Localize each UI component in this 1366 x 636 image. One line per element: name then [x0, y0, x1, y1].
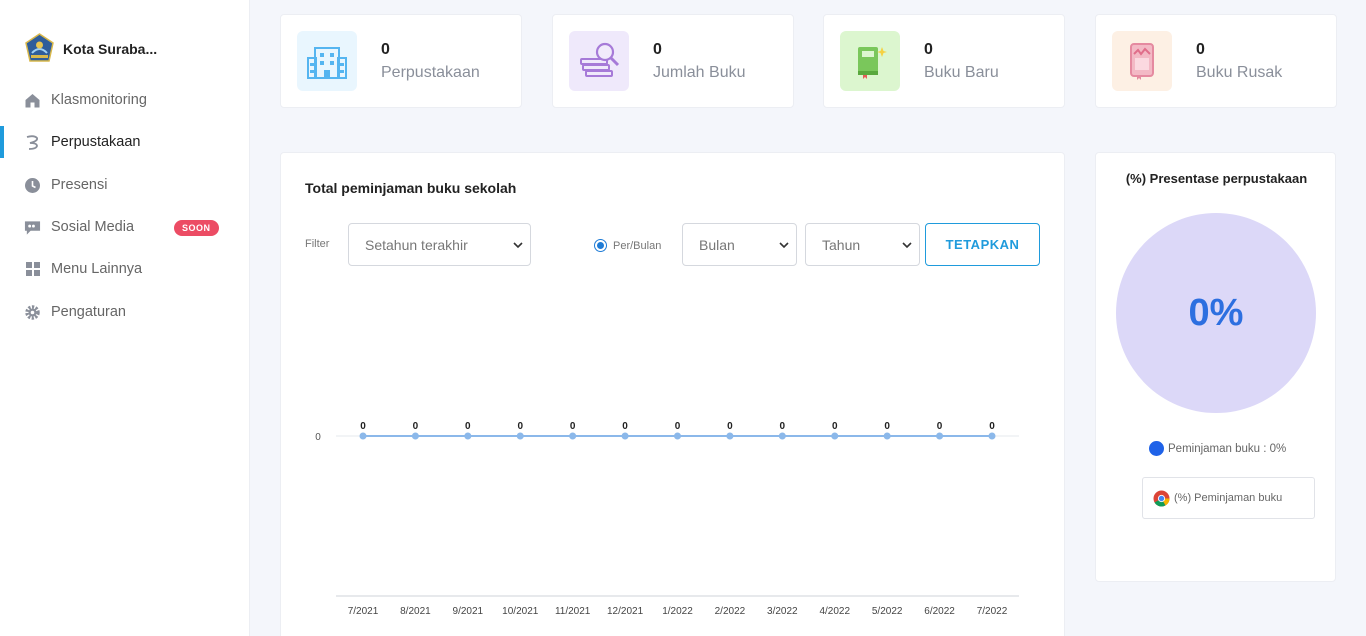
percentage-card: (%) Presentase perpustakaan 0% Peminjama…	[1095, 152, 1336, 582]
data-label: 0	[884, 421, 890, 432]
data-point	[674, 432, 681, 440]
data-point	[569, 432, 577, 440]
x-tick-label: 10/2021	[502, 606, 539, 617]
data-point	[778, 432, 786, 440]
x-tick-label: 11/2021	[555, 606, 591, 617]
data-label: 0	[989, 421, 995, 432]
stat-value: 0	[1196, 41, 1205, 58]
x-tick-label: 7/2022	[977, 606, 1008, 617]
data-point	[883, 432, 891, 440]
data-label: 0	[570, 421, 576, 432]
book-search-icon	[580, 42, 620, 77]
grid-icon	[24, 261, 41, 278]
sidebar-item-label: Perpustakaan	[51, 134, 141, 150]
stat-label: Buku Rusak	[1196, 64, 1283, 81]
stat-label: Perpustakaan	[381, 64, 480, 81]
stat-card-perpustakaan[interactable]: 0 Perpustakaan	[280, 14, 522, 108]
data-point	[936, 432, 944, 440]
data-point	[726, 432, 734, 440]
x-tick-label: 8/2021	[400, 606, 431, 617]
city-logo-icon	[25, 33, 54, 62]
data-label: 0	[360, 421, 366, 432]
x-tick-label: 2/2022	[715, 606, 746, 617]
home-icon	[24, 92, 41, 109]
data-point	[831, 432, 839, 440]
legend-dot	[1149, 441, 1164, 456]
new-book-icon	[858, 47, 887, 79]
sidebar-item-sosial-media[interactable]: Sosial Media SOON	[0, 209, 250, 245]
x-tick-label: 7/2021	[348, 606, 379, 617]
clock-icon	[24, 177, 41, 194]
pie-chart: 0%	[1116, 213, 1316, 413]
peminjaman-buku-button[interactable]: (%) Peminjaman buku	[1142, 477, 1315, 519]
damaged-book-icon	[1130, 43, 1154, 80]
line-chart: 0 0 7/2021 0 8/2021 0 9/2021 0 10/2021 0 11/2021 0 1…	[315, 421, 1019, 617]
sidebar: Kota Suraba... Klasmonitoring Perpustaka…	[0, 0, 250, 636]
sidebar-item-menu-lainnya[interactable]: Menu Lainnya	[0, 251, 250, 287]
stat-value: 0	[381, 41, 390, 58]
pie-center-value: 0%	[1188, 291, 1244, 334]
data-label: 0	[780, 421, 786, 432]
sidebar-item-klasmonitoring[interactable]: Klasmonitoring	[0, 82, 250, 118]
stat-card-buku-baru[interactable]: 0 Buku Baru	[823, 14, 1065, 108]
data-label: 0	[832, 421, 838, 432]
library-icon	[24, 134, 41, 151]
data-label: 0	[937, 421, 943, 432]
stat-label: Buku Baru	[924, 64, 999, 81]
stat-card-jumlah-buku[interactable]: 0 Jumlah Buku	[552, 14, 794, 108]
data-point	[359, 432, 367, 440]
data-label: 0	[675, 421, 681, 432]
sidebar-item-label: Sosial Media	[51, 219, 135, 235]
sidebar-item-perpustakaan[interactable]: Perpustakaan	[0, 126, 250, 158]
legend-label: Peminjaman buku : 0%	[1168, 442, 1287, 455]
data-point	[411, 432, 419, 440]
stat-value: 0	[653, 41, 662, 58]
stat-icon-box	[840, 31, 900, 91]
stat-card-buku-rusak[interactable]: 0 Buku Rusak	[1095, 14, 1337, 108]
data-label: 0	[517, 421, 523, 432]
chat-bubble-icon	[24, 219, 41, 236]
stat-icon-box	[569, 31, 629, 91]
pie-legend: Peminjaman buku : 0%	[1149, 441, 1286, 456]
chrome-icon	[1153, 490, 1170, 506]
stat-value: 0	[924, 41, 933, 58]
data-label: 0	[727, 421, 733, 432]
sidebar-item-pengaturan[interactable]: Pengaturan	[0, 294, 250, 330]
x-tick-label: 1/2022	[662, 606, 693, 617]
stat-icon-box	[1112, 31, 1172, 91]
data-label: 0	[413, 421, 419, 432]
data-label: 0	[465, 421, 471, 432]
sidebar-item-label: Presensi	[51, 177, 108, 193]
pie-button-label: (%) Peminjaman buku	[1174, 492, 1283, 504]
x-tick-label: 9/2021	[453, 606, 484, 617]
sidebar-item-label: Menu Lainnya	[51, 261, 143, 277]
borrowing-chart-card: Total peminjaman buku sekolah Filter Set…	[280, 152, 1065, 636]
soon-badge: SOON	[174, 220, 219, 236]
x-tick-label: 12/2021	[607, 606, 644, 617]
sidebar-item-label: Klasmonitoring	[51, 92, 147, 108]
data-point	[464, 432, 472, 440]
building-icon	[307, 47, 347, 79]
x-tick-label: 4/2022	[819, 606, 850, 617]
y-tick-label: 0	[315, 432, 321, 443]
data-point	[988, 432, 996, 440]
x-tick-label: 6/2022	[924, 606, 955, 617]
x-tick-label: 5/2022	[872, 606, 903, 617]
brand-name: Kota Suraba...	[63, 40, 158, 57]
data-point	[516, 432, 524, 440]
data-point	[621, 432, 629, 440]
brand[interactable]: Kota Suraba...	[24, 33, 157, 64]
x-tick-label: 3/2022	[767, 606, 798, 617]
sidebar-item-presensi[interactable]: Presensi	[0, 167, 250, 203]
gear-icon	[24, 304, 41, 321]
stat-icon-box	[297, 31, 357, 91]
stat-label: Jumlah Buku	[653, 64, 746, 81]
data-label: 0	[622, 421, 628, 432]
sidebar-item-label: Pengaturan	[51, 304, 126, 320]
pie-title: (%) Presentase perpustakaan	[1125, 171, 1308, 186]
